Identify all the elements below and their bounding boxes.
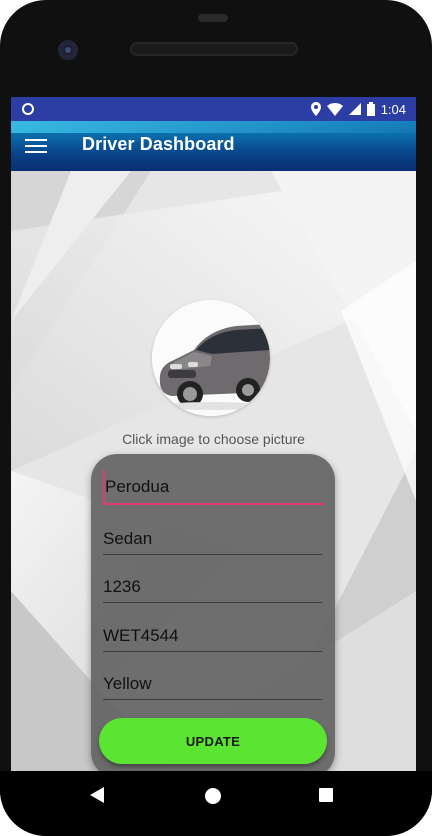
earpiece-speaker: [130, 42, 298, 56]
color-field[interactable]: [103, 669, 322, 700]
page-title: Driver Dashboard: [82, 134, 235, 154]
app-screen: 1:04 Driver Dashboard Click image to cho…: [11, 97, 416, 771]
car-photo: [152, 300, 270, 416]
home-icon[interactable]: [205, 788, 221, 804]
signal-icon: [348, 103, 361, 115]
battery-icon: [366, 102, 375, 116]
choose-picture-hint: Click image to choose picture: [122, 431, 305, 447]
recent-apps-icon[interactable]: [319, 788, 333, 802]
wifi-icon: [326, 102, 343, 116]
vehicle-photo[interactable]: [152, 300, 270, 416]
brand-field[interactable]: [103, 471, 324, 505]
phone-frame: 1:04 Driver Dashboard Click image to cho…: [0, 0, 432, 836]
clock: 1:04: [380, 101, 406, 117]
content-background: Click image to choose picture UPDATE: [11, 171, 416, 771]
type-field[interactable]: [103, 524, 322, 555]
top-sensor: [198, 14, 228, 22]
status-bar: 1:04: [11, 97, 416, 121]
status-icons: 1:04: [310, 100, 406, 118]
hamburger-menu-icon[interactable]: [25, 136, 47, 156]
location-icon: [310, 102, 321, 116]
vehicle-form-card: UPDATE: [91, 454, 335, 771]
back-icon[interactable]: [90, 787, 104, 803]
front-camera: [58, 40, 78, 60]
app-toolbar: Driver Dashboard: [11, 121, 416, 171]
system-nav-bar: [0, 771, 432, 836]
update-button[interactable]: UPDATE: [99, 718, 327, 764]
notification-dot-icon: [22, 103, 34, 115]
number-field[interactable]: [103, 572, 322, 603]
plate-field[interactable]: [103, 621, 322, 652]
